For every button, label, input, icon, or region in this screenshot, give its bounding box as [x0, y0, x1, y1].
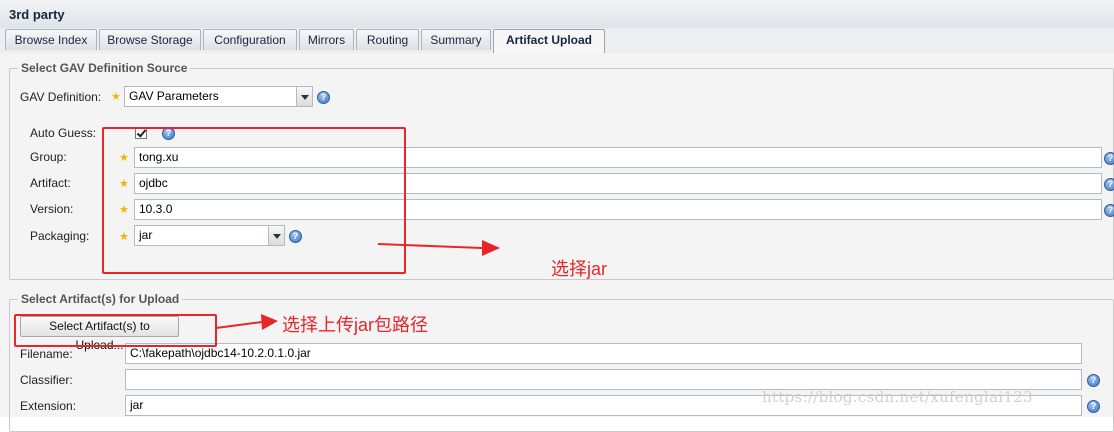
watermark: https://blog.csdn.net/xufenglai123 — [762, 388, 1033, 406]
extension-label: Extension: — [20, 399, 77, 413]
help-icon[interactable]: ? — [1104, 152, 1114, 165]
tab-browse-storage[interactable]: Browse Storage — [99, 29, 201, 50]
window-title: 3rd party — [9, 7, 65, 22]
packaging-label: Packaging: — [30, 229, 90, 243]
help-icon[interactable]: ? — [1104, 204, 1114, 217]
annotation-box-gav-fields — [102, 127, 406, 274]
auto-guess-label: Auto Guess: — [30, 126, 97, 140]
annotation-arrow-upload — [215, 314, 278, 330]
upload-section-legend: Select Artifact(s) for Upload — [21, 292, 180, 306]
annotation-select-upload-path: 选择上传jar包路径 — [282, 315, 429, 335]
help-icon[interactable]: ? — [1087, 400, 1100, 413]
tab-summary[interactable]: Summary — [421, 29, 491, 50]
artifact-label: Artifact: — [30, 176, 71, 190]
tab-configuration[interactable]: Configuration — [203, 29, 297, 50]
annotation-box-select-button — [14, 314, 217, 347]
help-icon[interactable]: ? — [317, 91, 330, 104]
gav-section-legend: Select GAV Definition Source — [21, 61, 188, 75]
filename-label: Filename: — [20, 347, 73, 361]
version-label: Version: — [30, 202, 74, 216]
help-icon[interactable]: ? — [1087, 374, 1100, 387]
tab-routing[interactable]: Routing — [356, 29, 419, 50]
required-star-icon: ★ — [111, 91, 121, 103]
annotation-select-jar: 选择jar — [551, 259, 608, 279]
classifier-input[interactable] — [125, 369, 1082, 390]
window-title-bar: 3rd party — [0, 0, 1114, 29]
classifier-label: Classifier: — [20, 373, 73, 387]
filename-input[interactable]: C:\fakepath\ojdbc14-10.2.0.1.0.jar — [125, 343, 1082, 364]
gav-definition-select[interactable]: GAV Parameters — [124, 86, 298, 107]
gav-definition-dropdown-icon[interactable] — [296, 86, 313, 107]
help-icon[interactable]: ? — [1104, 178, 1114, 191]
group-label: Group: — [30, 150, 67, 164]
tab-strip: Browse Index Browse Storage Configuratio… — [0, 28, 1114, 54]
tab-artifact-upload[interactable]: Artifact Upload — [493, 29, 605, 53]
gav-definition-label: GAV Definition: — [20, 90, 102, 104]
tab-browse-index[interactable]: Browse Index — [5, 29, 97, 50]
annotation-arrow-jar — [377, 240, 500, 256]
tab-mirrors[interactable]: Mirrors — [299, 29, 354, 50]
